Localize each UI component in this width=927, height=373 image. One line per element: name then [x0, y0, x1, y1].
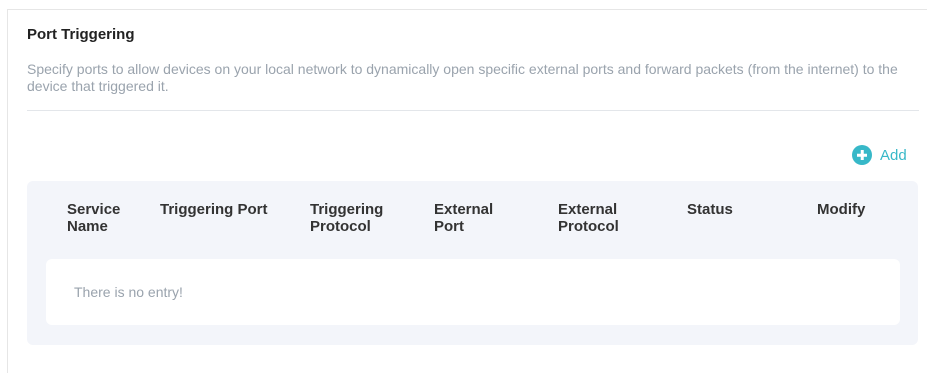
column-header-external-port: External Port	[434, 201, 494, 235]
column-header-modify: Modify	[817, 201, 866, 218]
add-button-label: Add	[880, 146, 907, 164]
section-title: Port Triggering	[27, 26, 135, 43]
column-header-external-protocol: External Protocol	[558, 201, 619, 235]
column-header-service-name: Service Name	[67, 201, 121, 235]
table-empty-row: There is no entry!	[46, 259, 900, 325]
plus-circle-icon[interactable]	[852, 145, 872, 165]
port-triggering-table: Service Name Triggering Port Triggering …	[27, 181, 918, 345]
column-header-triggering-port: Triggering Port	[160, 201, 268, 218]
empty-message: There is no entry!	[74, 284, 183, 300]
section-description: Specify ports to allow devices on your l…	[27, 61, 898, 94]
column-header-status: Status	[687, 201, 733, 218]
add-button[interactable]: Add	[852, 145, 907, 165]
section-divider	[27, 110, 919, 111]
column-header-triggering-protocol: Triggering Protocol	[310, 201, 384, 235]
